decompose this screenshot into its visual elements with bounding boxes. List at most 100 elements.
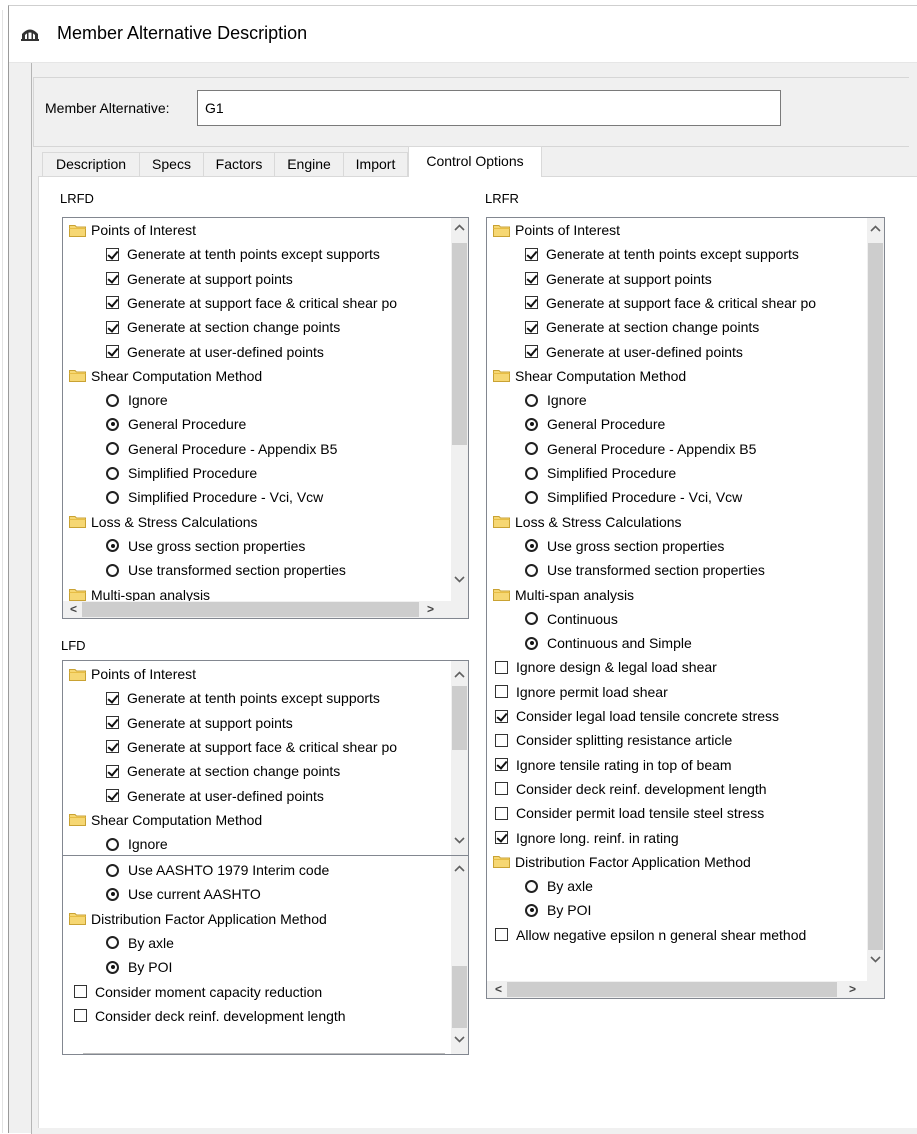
lrfr-vertical-thumb[interactable]	[868, 243, 883, 950]
tree-checkbox-option[interactable]: Generate at section change points	[106, 759, 340, 783]
lrfd-vertical-scrollbar[interactable]	[451, 218, 468, 601]
tree-radio-option[interactable]: General Procedure	[106, 412, 246, 436]
tree-radio-option[interactable]: Simplified Procedure - Vci, Vcw	[525, 485, 742, 509]
scroll-down-icon[interactable]	[867, 952, 884, 969]
checkbox-checked[interactable]	[525, 272, 538, 286]
tree-folder[interactable]: Multi-span analysis	[493, 583, 634, 607]
tree-checkbox-option[interactable]: Generate at section change points	[525, 315, 759, 339]
checkbox-unchecked[interactable]	[74, 1009, 87, 1023]
radio-unselected[interactable]	[106, 863, 119, 877]
radio-unselected[interactable]	[525, 442, 538, 456]
tree-radio-option[interactable]: By POI	[525, 898, 591, 922]
tree-radio-option[interactable]: Use transformed section properties	[106, 558, 346, 582]
tree-checkbox-option[interactable]: Ignore long. reinf. in rating	[495, 826, 679, 850]
radio-selected[interactable]	[525, 417, 538, 431]
tree-radio-option[interactable]: Continuous	[525, 607, 618, 631]
scroll-right-icon[interactable]: >	[422, 601, 439, 618]
checkbox-unchecked[interactable]	[495, 782, 508, 796]
lfd-vertical-scrollbar[interactable]	[451, 661, 468, 855]
tree-radio-option[interactable]: By POI	[106, 955, 172, 979]
tree-checkbox-option[interactable]: Consider deck reinf. development length	[495, 777, 767, 801]
checkbox-checked[interactable]	[106, 691, 119, 705]
tree-checkbox-option[interactable]: Generate at support points	[106, 267, 293, 291]
radio-unselected[interactable]	[525, 393, 538, 407]
tree-radio-option[interactable]: Ignore	[106, 832, 168, 855]
radio-selected[interactable]	[106, 417, 119, 431]
radio-selected[interactable]	[525, 636, 538, 650]
checkbox-unchecked[interactable]	[495, 660, 508, 674]
radio-unselected[interactable]	[106, 837, 119, 851]
lrfr-horizontal-scrollbar[interactable]: < >	[487, 981, 884, 998]
tree-checkbox-option[interactable]: Ignore permit load shear	[495, 680, 668, 704]
lfd-options-tree[interactable]: Points of Interest Generate at tenth poin…	[62, 660, 469, 856]
lrfd-options-tree[interactable]: Points of Interest Generate at tenth poin…	[62, 217, 469, 619]
tree-radio-option[interactable]: By axle	[525, 874, 593, 898]
tab-factors[interactable]: Factors	[203, 152, 275, 176]
tree-checkbox-option[interactable]: Generate at user-defined points	[106, 784, 324, 808]
tab-import[interactable]: Import	[343, 152, 408, 176]
tree-folder[interactable]: Loss & Stress Calculations	[493, 510, 682, 534]
tree-radio-option[interactable]: Use gross section properties	[525, 534, 724, 558]
tree-radio-option[interactable]: Simplified Procedure - Vci, Vcw	[106, 485, 323, 509]
tab-specs[interactable]: Specs	[139, 152, 204, 176]
tree-checkbox-option[interactable]: Generate at support points	[525, 267, 712, 291]
tree-checkbox-option[interactable]: Generate at support face & critical shea…	[106, 291, 397, 315]
radio-unselected[interactable]	[106, 393, 119, 407]
tree-folder[interactable]: Shear Computation Method	[69, 808, 262, 832]
tree-checkbox-option[interactable]: Generate at section change points	[106, 315, 340, 339]
tree-checkbox-option[interactable]: Generate at user-defined points	[106, 340, 324, 364]
tree-folder[interactable]: Shear Computation Method	[493, 364, 686, 388]
radio-unselected[interactable]	[525, 612, 538, 626]
radio-unselected[interactable]	[106, 490, 119, 504]
scroll-down-icon[interactable]	[451, 1032, 468, 1049]
tree-radio-option[interactable]: Continuous and Simple	[525, 631, 692, 655]
radio-unselected[interactable]	[106, 563, 119, 577]
tree-folder[interactable]: Distribution Factor Application Method	[493, 850, 751, 874]
radio-selected[interactable]	[106, 539, 119, 553]
tree-folder[interactable]: Points of Interest	[69, 662, 196, 686]
tab-engine[interactable]: Engine	[274, 152, 344, 176]
tree-folder[interactable]: Points of Interest	[493, 218, 620, 242]
lfd-vertical-thumb[interactable]	[452, 686, 467, 750]
tree-folder[interactable]: Loss & Stress Calculations	[69, 510, 258, 534]
checkbox-checked[interactable]	[495, 758, 508, 772]
checkbox-unchecked[interactable]	[495, 806, 508, 820]
checkbox-checked[interactable]	[106, 247, 119, 261]
radio-selected[interactable]	[106, 887, 119, 901]
tree-checkbox-option[interactable]: Generate at tenth points except supports	[106, 686, 380, 710]
tree-checkbox-option[interactable]: Ignore design & legal load shear	[495, 655, 717, 679]
checkbox-checked[interactable]	[525, 296, 538, 310]
checkbox-checked[interactable]	[106, 764, 119, 778]
tree-checkbox-option[interactable]: Generate at support face & critical shea…	[106, 735, 397, 759]
checkbox-checked[interactable]	[106, 740, 119, 754]
checkbox-unchecked[interactable]	[495, 733, 508, 747]
tree-checkbox-option[interactable]: Generate at tenth points except supports	[106, 242, 380, 266]
lrfr-options-tree[interactable]: Points of Interest Generate at tenth poin…	[486, 217, 885, 999]
scroll-down-icon[interactable]	[451, 833, 468, 850]
lrfr-horizontal-thumb[interactable]	[507, 982, 837, 997]
tree-checkbox-option[interactable]: Consider legal load tensile concrete str…	[495, 704, 779, 728]
tree-folder[interactable]: Points of Interest	[69, 218, 196, 242]
checkbox-checked[interactable]	[495, 831, 508, 844]
tree-checkbox-option[interactable]: Ignore tensile rating in top of beam	[495, 753, 732, 777]
checkbox-unchecked[interactable]	[74, 985, 87, 998]
tree-checkbox-option[interactable]: Allow negative epsilon n general shear m…	[495, 923, 806, 947]
lrfd-horizontal-thumb[interactable]	[82, 602, 419, 617]
tree-radio-option[interactable]: General Procedure	[525, 412, 665, 436]
member-alternative-input[interactable]: G1	[197, 90, 781, 126]
radio-unselected[interactable]	[106, 936, 119, 950]
checkbox-checked[interactable]	[525, 345, 538, 358]
tree-radio-option[interactable]: By axle	[106, 931, 174, 955]
scroll-right-icon[interactable]: >	[844, 981, 861, 998]
tree-checkbox-option[interactable]: Consider deck reinf. development length	[74, 1004, 346, 1028]
checkbox-checked[interactable]	[106, 345, 119, 358]
tree-radio-option[interactable]: Ignore	[525, 388, 587, 412]
radio-selected[interactable]	[106, 960, 119, 974]
lfd-lower-vertical-scrollbar[interactable]	[451, 856, 468, 1054]
lfd-lower-vertical-thumb[interactable]	[452, 966, 467, 1028]
checkbox-checked[interactable]	[106, 320, 119, 334]
radio-unselected[interactable]	[525, 879, 538, 893]
lfd-options-tree-lower[interactable]: Use AASHTO 1979 Interim code Use current …	[62, 855, 469, 1055]
tree-radio-option[interactable]: Simplified Procedure	[525, 461, 676, 485]
tree-radio-option[interactable]: Use transformed section properties	[525, 558, 765, 582]
